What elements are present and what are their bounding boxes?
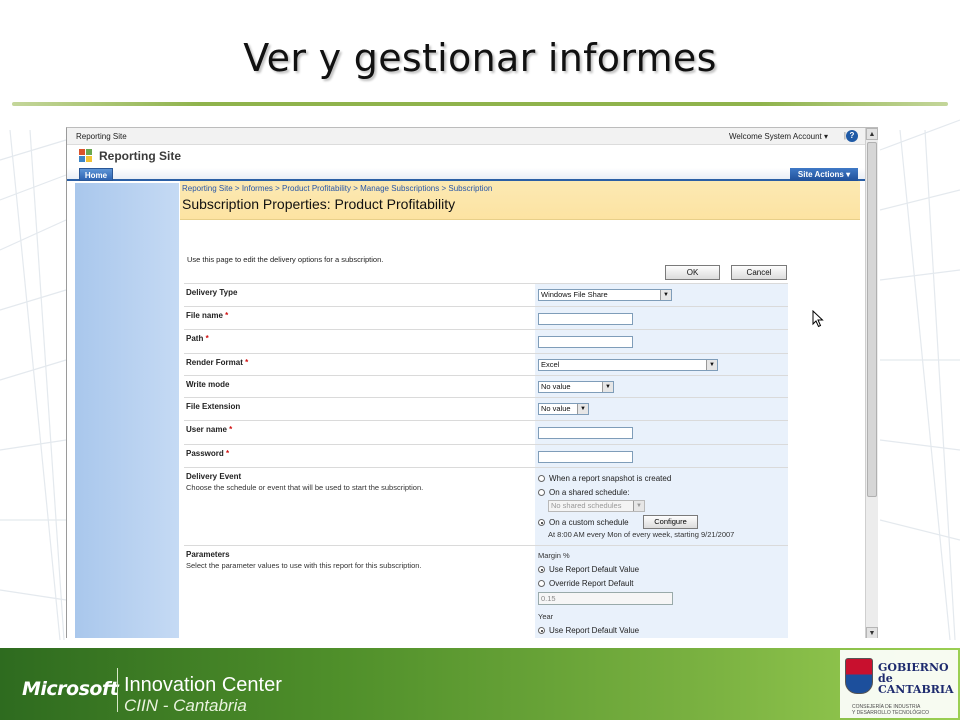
- row-user-name: User name *: [184, 420, 788, 444]
- parameters-label: Parameters: [186, 550, 230, 559]
- page-title: Subscription Properties: Product Profita…: [182, 196, 456, 212]
- required-marker: *: [225, 311, 229, 320]
- configure-button[interactable]: Configure: [643, 515, 698, 529]
- radio-year-default[interactable]: Use Report Default Value: [538, 626, 639, 635]
- user-name-label: User name: [186, 425, 227, 434]
- row-file-name: File name *: [184, 306, 788, 329]
- required-marker: *: [226, 449, 230, 458]
- page-description: Use this page to edit the delivery optio…: [187, 255, 384, 264]
- radio-icon: [538, 475, 545, 482]
- help-icon[interactable]: ?: [846, 130, 858, 142]
- delivery-type-label: Delivery Type: [186, 288, 238, 297]
- microsoft-logo: Microsoft: [22, 678, 119, 700]
- breadcrumb[interactable]: Reporting Site > Informes > Product Prof…: [182, 184, 492, 193]
- row-password: Password *: [184, 444, 788, 467]
- user-name-input[interactable]: [538, 427, 633, 439]
- radio-icon: [538, 489, 545, 496]
- radio-margin-default[interactable]: Use Report Default Value: [538, 565, 639, 574]
- innovation-center-subtitle: CIIN - Cantabria: [124, 696, 247, 715]
- file-extension-select[interactable]: No value ▼: [538, 403, 589, 415]
- required-marker: *: [205, 334, 209, 343]
- title-divider: [12, 102, 948, 106]
- site-brand-bar: Reporting Site: [67, 145, 878, 168]
- year-parameter-label: Year: [538, 612, 554, 621]
- file-name-input[interactable]: [538, 313, 633, 325]
- parameters-description: Select the parameter values to use with …: [186, 561, 422, 570]
- margin-value-input[interactable]: 0.15: [538, 592, 673, 605]
- write-mode-label: Write mode: [186, 380, 230, 389]
- global-top-bar: Reporting Site Welcome System Account ▾ …: [67, 128, 878, 145]
- row-render-format: Render Format * Excel ▼: [184, 353, 788, 375]
- ok-button[interactable]: OK: [665, 265, 720, 280]
- site-logo-icon: [79, 149, 95, 163]
- required-marker: *: [229, 425, 233, 434]
- slide-footer: Microsoft Innovation Center CIIN - Canta…: [0, 648, 960, 720]
- chevron-down-icon: ▼: [706, 360, 717, 370]
- gobierno-cantabria-logo: GOBIERNO de CANTABRIA CONSEJERÍA DE INDU…: [840, 650, 958, 718]
- file-extension-label: File Extension: [186, 402, 241, 411]
- shared-schedule-select[interactable]: No shared schedules ▼: [548, 500, 645, 512]
- chevron-down-icon: ▼: [577, 404, 588, 414]
- mouse-cursor-icon: [812, 310, 824, 328]
- scroll-thumb[interactable]: [867, 142, 877, 497]
- sharepoint-screenshot: Reporting Site Welcome System Account ▾ …: [66, 127, 878, 638]
- schedule-summary: At 8:00 AM every Mon of every week, star…: [548, 530, 735, 539]
- chevron-down-icon: ▼: [633, 501, 644, 511]
- password-label: Password: [186, 449, 224, 458]
- site-actions-menu[interactable]: Site Actions ▾: [790, 168, 858, 181]
- password-input[interactable]: [538, 451, 633, 463]
- file-name-label: File name: [186, 311, 223, 320]
- margin-parameter-label: Margin %: [538, 551, 570, 560]
- path-label: Path: [186, 334, 204, 343]
- delivery-type-select[interactable]: Windows File Share ▼: [538, 289, 672, 301]
- radio-selected-icon: [538, 627, 545, 634]
- render-format-label: Render Format: [186, 358, 243, 367]
- row-file-extension: File Extension No value ▼: [184, 397, 788, 420]
- scroll-down-icon[interactable]: ▼: [866, 627, 878, 638]
- main-content: Reporting Site > Informes > Product Prof…: [180, 181, 860, 638]
- delivery-event-label: Delivery Event: [186, 472, 242, 481]
- footer-divider: [117, 668, 118, 712]
- row-path: Path *: [184, 329, 788, 353]
- radio-snapshot[interactable]: When a report snapshot is created: [538, 474, 671, 483]
- site-name[interactable]: Reporting Site: [99, 149, 181, 163]
- welcome-menu[interactable]: Welcome System Account ▾: [729, 132, 828, 141]
- row-delivery-event: Delivery Event Choose the schedule or ev…: [184, 467, 788, 545]
- render-format-select[interactable]: Excel ▼: [538, 359, 718, 371]
- subscription-form: Delivery Type Windows File Share ▼ File …: [184, 283, 788, 638]
- row-delivery-type: Delivery Type Windows File Share ▼: [184, 283, 788, 306]
- radio-margin-override[interactable]: Override Report Default: [538, 579, 633, 588]
- tab-home[interactable]: Home: [79, 168, 113, 181]
- page-header: Reporting Site > Informes > Product Prof…: [180, 181, 860, 220]
- row-parameters: Parameters Select the parameter values t…: [184, 545, 788, 638]
- path-input[interactable]: [538, 336, 633, 348]
- chevron-down-icon: ▼: [660, 290, 671, 300]
- slide-title: Ver y gestionar informes: [243, 36, 717, 80]
- radio-shared-schedule[interactable]: On a shared schedule:: [538, 488, 630, 497]
- write-mode-select[interactable]: No value ▼: [538, 381, 614, 393]
- coat-of-arms-icon: [845, 658, 873, 694]
- cancel-button[interactable]: Cancel: [731, 265, 787, 280]
- radio-selected-icon: [538, 519, 545, 526]
- scroll-up-icon[interactable]: ▲: [866, 128, 878, 140]
- left-navigation: [75, 183, 179, 638]
- radio-selected-icon: [538, 566, 545, 573]
- global-site-link[interactable]: Reporting Site: [76, 132, 127, 141]
- required-marker: *: [245, 358, 249, 367]
- chevron-down-icon: ▼: [602, 382, 613, 392]
- innovation-center-title: Innovation Center: [124, 674, 282, 696]
- top-nav: Home Site Actions ▾: [67, 168, 878, 181]
- delivery-event-description: Choose the schedule or event that will b…: [186, 483, 424, 492]
- row-write-mode: Write mode No value ▼: [184, 375, 788, 397]
- vertical-scrollbar[interactable]: ▲ ▼: [865, 128, 878, 638]
- radio-icon: [538, 580, 545, 587]
- radio-custom-schedule[interactable]: On a custom schedule: [538, 518, 629, 527]
